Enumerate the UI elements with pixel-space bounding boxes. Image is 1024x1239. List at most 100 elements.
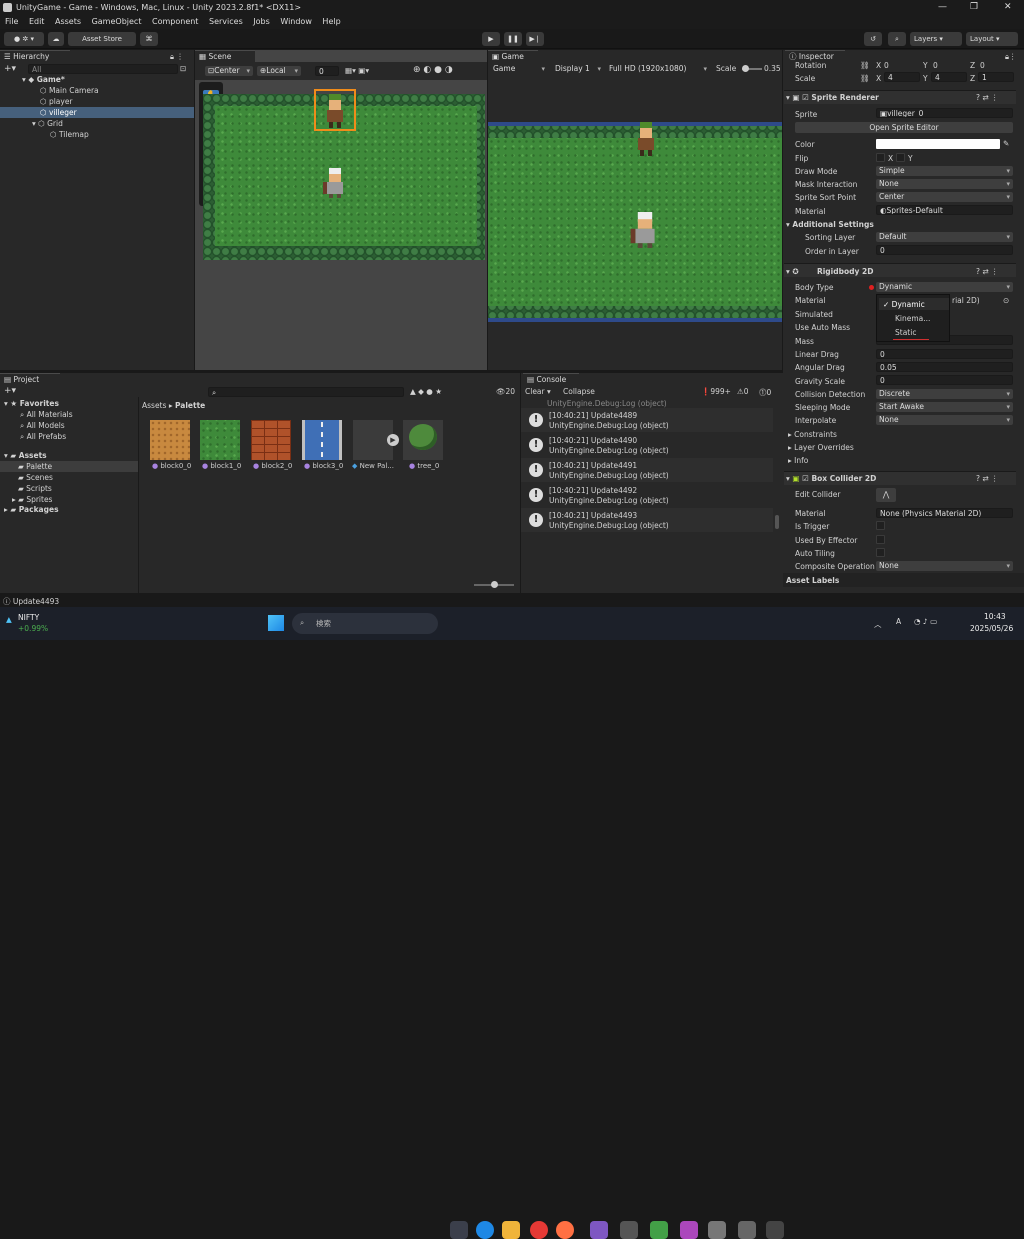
tray-chevron-icon[interactable]: ︿ bbox=[874, 619, 882, 630]
taskbar-search[interactable]: ⌕ 検索 bbox=[292, 613, 438, 634]
body-type-dropdown[interactable]: Dynamic bbox=[876, 282, 1013, 292]
project-filter-icons[interactable]: ▲ ◆ ● ★ bbox=[410, 387, 442, 396]
folder-sprites[interactable]: ▸ ▰ Sprites bbox=[12, 495, 52, 504]
ime-indicator[interactable]: A bbox=[896, 617, 901, 626]
menu-jobs[interactable]: Jobs bbox=[253, 17, 270, 26]
constraints-foldout[interactable]: ▸ Constraints bbox=[788, 430, 837, 439]
menu-assets[interactable]: Assets bbox=[55, 17, 81, 26]
edge-icon[interactable] bbox=[476, 1221, 494, 1239]
unity-editor-icon[interactable] bbox=[708, 1221, 726, 1239]
open-sprite-editor-button[interactable]: Open Sprite Editor bbox=[795, 122, 1013, 133]
add-icon[interactable]: +▾ bbox=[4, 64, 16, 74]
log-count-toggle[interactable]: ❗999+ bbox=[701, 387, 731, 396]
popup-option-kinematic[interactable]: Kinema... bbox=[895, 314, 930, 323]
pivot-dropdown[interactable]: ⊡Center bbox=[205, 66, 253, 76]
draw-mode-dropdown[interactable]: Simple bbox=[876, 166, 1013, 176]
task-view-icon[interactable] bbox=[450, 1221, 468, 1239]
box-collider-menu-icon[interactable]: ? ⇄ ⋮ bbox=[976, 474, 999, 483]
sy-field[interactable]: 4 bbox=[931, 72, 967, 82]
menu-services[interactable]: Services bbox=[209, 17, 243, 26]
project-search-input[interactable]: ⌕ bbox=[208, 387, 404, 397]
rb-material-picker-icon[interactable]: ⊙ bbox=[1003, 296, 1009, 305]
console-scrollbar[interactable] bbox=[775, 515, 779, 529]
maximize-icon[interactable]: ❐ bbox=[970, 2, 978, 12]
space-dropdown[interactable]: ⊕Local bbox=[257, 66, 301, 76]
asset-block3-thumb[interactable] bbox=[302, 420, 342, 460]
resolution-dropdown[interactable]: Full HD (1920x1080) bbox=[606, 64, 710, 74]
tab-hierarchy[interactable]: ☰ Hierarchy bbox=[0, 50, 70, 62]
scale-link-icon[interactable]: ⛓ bbox=[860, 74, 870, 83]
packages-foldout[interactable]: ▸ ▰ Packages bbox=[4, 505, 59, 514]
clock-date[interactable]: 2025/05/26 bbox=[970, 624, 1013, 633]
menu-help[interactable]: Help bbox=[322, 17, 340, 26]
flip-x-checkbox[interactable] bbox=[876, 153, 885, 162]
sprite-field[interactable]: ▣villeger_0 bbox=[876, 108, 1013, 118]
sz-field[interactable]: 1 bbox=[978, 72, 1014, 82]
hierarchy-search-input[interactable]: All bbox=[28, 64, 178, 74]
used-by-effector-checkbox[interactable] bbox=[876, 535, 885, 544]
expand-icon[interactable]: ▶ bbox=[387, 434, 399, 446]
network-volume-icon[interactable]: ◔ ♪ ▭ bbox=[914, 617, 937, 626]
asset-palette-thumb[interactable]: ▶ bbox=[353, 420, 399, 460]
sorting-layer-dropdown[interactable]: Default bbox=[876, 232, 1013, 242]
sprite-material-field[interactable]: ◐Sprites-Default bbox=[876, 205, 1013, 215]
asset-block2-thumb[interactable] bbox=[251, 420, 291, 460]
favorites-foldout[interactable]: ▾ ★ Favorites bbox=[4, 399, 59, 408]
tab-scene[interactable]: ▦ Scene bbox=[195, 50, 255, 62]
rigidbody-menu-icon[interactable]: ? ⇄ ⋮ bbox=[976, 267, 999, 276]
folder-scripts[interactable]: ▰ Scripts bbox=[18, 484, 52, 493]
folder-palette[interactable]: ▰ Palette bbox=[18, 462, 52, 471]
interpolate-dropdown[interactable]: None bbox=[876, 415, 1013, 425]
ry-value[interactable]: 0 bbox=[933, 61, 938, 70]
console-entry-0[interactable]: ! [10:40:21] Update4489 UnityEngine.Debug:… bbox=[521, 408, 773, 432]
gravity-scale-field[interactable]: 0 bbox=[876, 375, 1013, 385]
is-trigger-checkbox[interactable] bbox=[876, 521, 885, 530]
hierarchy-item-grid[interactable]: ▾ ⬡ Grid bbox=[32, 119, 63, 128]
menu-edit[interactable]: Edit bbox=[29, 17, 45, 26]
project-add-icon[interactable]: +▾ bbox=[4, 386, 16, 396]
warning-count-toggle[interactable]: ⚠0 bbox=[737, 387, 749, 396]
tab-console[interactable]: ▤ Console bbox=[523, 373, 579, 385]
asset-tree-thumb[interactable] bbox=[403, 420, 443, 460]
sort-point-dropdown[interactable]: Center bbox=[876, 192, 1013, 202]
console-entry-4[interactable]: ! [10:40:21] Update4493 UnityEngine.Debug:… bbox=[521, 508, 773, 532]
display-dropdown[interactable]: Display 1 bbox=[552, 64, 604, 74]
layer-overrides-foldout[interactable]: ▸ Layer Overrides bbox=[788, 443, 854, 452]
clock-time[interactable]: 10:43 bbox=[984, 612, 1006, 621]
error-count-toggle[interactable]: ⓵0 bbox=[759, 387, 771, 398]
status-message[interactable]: ⓘ Update4493 bbox=[3, 596, 59, 607]
gizmo-icons[interactable]: ⊕ ◐ ● ◑ bbox=[413, 65, 453, 75]
link-icon[interactable]: ⛓ bbox=[860, 61, 870, 70]
play-button[interactable]: ▶ bbox=[482, 32, 500, 46]
asset-block1-thumb[interactable] bbox=[200, 420, 240, 460]
unity-hub-icon[interactable] bbox=[620, 1221, 638, 1239]
mask-interaction-dropdown[interactable]: None bbox=[876, 179, 1013, 189]
menu-gameobject[interactable]: GameObject bbox=[92, 17, 142, 26]
xbox-icon[interactable] bbox=[650, 1221, 668, 1239]
edit-collider-button[interactable]: ⋀ bbox=[876, 488, 896, 502]
rx-value[interactable]: 0 bbox=[884, 61, 889, 70]
stock-name[interactable]: NIFTY bbox=[18, 613, 39, 622]
sleeping-mode-dropdown[interactable]: Start Awake bbox=[876, 402, 1013, 412]
folder-scenes[interactable]: ▰ Scenes bbox=[18, 473, 53, 482]
cloud-icon[interactable]: ☁ bbox=[48, 32, 64, 46]
sx-field[interactable]: 4 bbox=[884, 72, 920, 82]
asset-block0-thumb[interactable] bbox=[150, 420, 190, 460]
minimize-icon[interactable]: — bbox=[938, 2, 947, 12]
chrome-icon[interactable] bbox=[530, 1221, 548, 1239]
asset-labels[interactable]: Asset Labels bbox=[786, 576, 839, 585]
step-button[interactable]: ▶❘ bbox=[526, 32, 544, 46]
fav-all-models[interactable]: ⌕ All Models bbox=[20, 421, 65, 431]
menu-file[interactable]: File bbox=[5, 17, 18, 26]
file-explorer-icon[interactable] bbox=[502, 1221, 520, 1239]
menu-window[interactable]: Window bbox=[280, 17, 312, 26]
info-foldout[interactable]: ▸ Info bbox=[788, 456, 808, 465]
visual-studio-icon[interactable] bbox=[590, 1221, 608, 1239]
collab-icon[interactable]: ⌘ bbox=[140, 32, 158, 46]
search-icon[interactable]: ⌕ bbox=[888, 32, 906, 46]
account-button[interactable]: ● ✲ ▾ bbox=[4, 32, 44, 46]
console-entry-2[interactable]: ! [10:40:21] Update4491 UnityEngine.Debug:… bbox=[521, 458, 773, 482]
thumbnail-size-handle[interactable] bbox=[491, 581, 498, 588]
hierarchy-item-villeger[interactable]: ⬡ villeger bbox=[40, 108, 77, 117]
collision-detection-dropdown[interactable]: Discrete bbox=[876, 389, 1013, 399]
